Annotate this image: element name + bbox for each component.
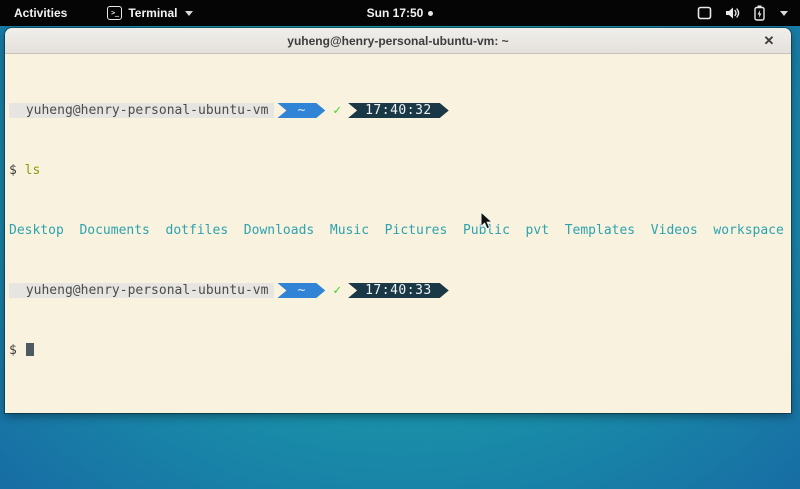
close-button[interactable]: ✕ — [757, 28, 781, 53]
prompt-line-2: yuheng@henry-personal-ubuntu-vm ~ ✓ 17:4… — [9, 283, 787, 298]
prompt-dollar: $ — [9, 343, 17, 358]
prompt-dollar: $ — [9, 163, 17, 178]
command-spacer — [17, 163, 25, 178]
prompt-directory-segment: ~ — [277, 103, 325, 118]
battery-charging-icon — [754, 5, 765, 21]
input-spacer — [17, 343, 25, 358]
prompt-user-host: yuheng@henry-personal-ubuntu-vm — [9, 103, 274, 118]
prompt-user-host: yuheng@henry-personal-ubuntu-vm — [9, 283, 274, 298]
activities-button[interactable]: Activities — [0, 0, 81, 26]
app-menu-terminal[interactable]: >_ Terminal — [107, 0, 193, 26]
display-icon — [697, 6, 712, 20]
top-bar: Activities >_ Terminal Sun 17:50 — [0, 0, 800, 26]
terminal-cursor — [26, 343, 34, 356]
window-title: yuheng@henry-personal-ubuntu-vm: ~ — [287, 34, 508, 48]
desktop-background: Activities >_ Terminal Sun 17:50 — [0, 0, 800, 489]
terminal-window: yuheng@henry-personal-ubuntu-vm: ~ ✕ yuh… — [5, 28, 791, 413]
volume-icon — [725, 6, 741, 20]
window-titlebar[interactable]: yuheng@henry-personal-ubuntu-vm: ~ ✕ — [5, 28, 791, 54]
clock-label: Sun 17:50 — [367, 6, 424, 20]
command-line: $ ls — [9, 163, 787, 178]
input-line[interactable]: $ — [9, 343, 787, 358]
directory-listing: Desktop Documents dotfiles Downloads Mus… — [9, 223, 787, 238]
command-text: ls — [25, 163, 41, 178]
notification-dot-icon — [428, 11, 433, 16]
prompt-status-check-icon: ✓ — [325, 283, 343, 298]
terminal-body[interactable]: yuheng@henry-personal-ubuntu-vm ~ ✓ 17:4… — [5, 54, 791, 413]
chevron-down-icon — [185, 11, 193, 16]
system-tray[interactable] — [697, 0, 800, 26]
prompt-line-1: yuheng@henry-personal-ubuntu-vm ~ ✓ 17:4… — [9, 103, 787, 118]
prompt-status-check-icon: ✓ — [325, 103, 343, 118]
prompt-time-segment: 17:40:33 — [348, 283, 449, 298]
prompt-directory-segment: ~ — [277, 283, 325, 298]
chevron-down-icon — [780, 11, 788, 16]
terminal-icon: >_ — [107, 6, 122, 20]
app-menu-label: Terminal — [128, 6, 177, 20]
prompt-time-segment: 17:40:32 — [348, 103, 449, 118]
